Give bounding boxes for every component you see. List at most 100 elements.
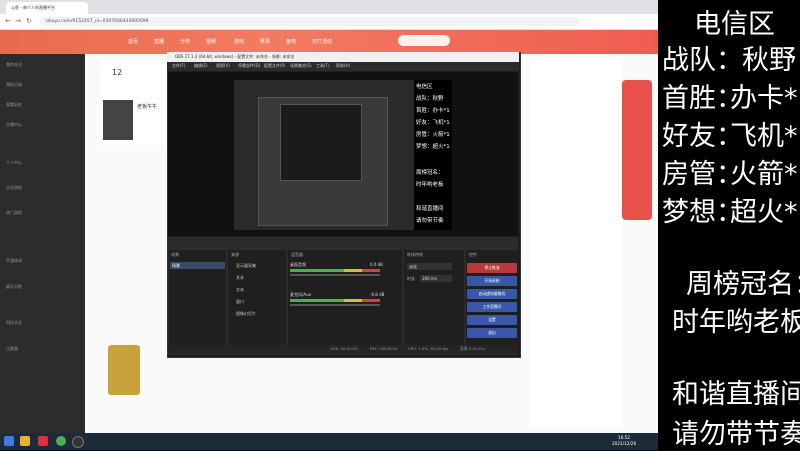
- mixer-channel-level: 0.0 dB: [370, 262, 383, 267]
- sidebar-item-positive[interactable]: 正能量: [6, 346, 18, 352]
- sources-title: 来源: [231, 252, 239, 257]
- obs-titlebar: OBS 27.1.3 (64-bit, windows) - 配置文件: 未命名…: [167, 52, 519, 62]
- nav-match[interactable]: 赛事: [260, 38, 270, 45]
- sidebar-item-tech[interactable]: 科技文化: [6, 320, 22, 326]
- obs-menu-profile[interactable]: 配置文件(P): [264, 63, 286, 69]
- audio-meter: [290, 269, 380, 272]
- preview-line: 和谐直播间: [416, 206, 444, 212]
- nav-live[interactable]: 直播: [154, 38, 164, 45]
- live-timer: LIVE: 00:00:00: [330, 346, 358, 351]
- app-icon[interactable]: [38, 436, 48, 446]
- start-record-button[interactable]: 开始录制: [467, 276, 517, 286]
- preview-line: 请勿带节奏: [416, 218, 444, 224]
- right-panel: [530, 58, 622, 428]
- source-item[interactable]: 窗口: [236, 299, 244, 305]
- mixer-channel-name: 麦克风/Aux: [290, 292, 311, 297]
- nav-event[interactable]: 双打活动: [312, 38, 332, 45]
- forward-button[interactable]: →: [14, 17, 22, 26]
- sidebar-item-history[interactable]: 观看历史: [6, 102, 22, 108]
- overlay-notice-line2: 请勿带节奏: [672, 419, 800, 450]
- site-sidebar: [0, 54, 85, 433]
- sidebar-item-subscribe[interactable]: 我的订阅: [6, 82, 22, 88]
- virtual-camera-button[interactable]: 启动虚拟摄像机: [467, 289, 517, 299]
- sidebar-item-hot[interactable]: 热门游戏: [6, 210, 22, 216]
- sidebar-item-personal[interactable]: 个人中心: [6, 160, 22, 166]
- cpu-stats: CPU: 1.0%, 30.00 fps: [408, 346, 449, 351]
- room-name[interactable]: 老板牛牛: [137, 103, 157, 110]
- obs-menu-docks[interactable]: 停靠部件(D): [238, 63, 260, 69]
- sidebar-item-follow[interactable]: 我的关注: [6, 62, 22, 68]
- source-item[interactable]: 图像幻灯片: [236, 311, 256, 317]
- start-icon[interactable]: [4, 436, 14, 446]
- preview-line: 房管：火箭*1: [416, 132, 450, 138]
- transition-select[interactable]: 淡化: [407, 263, 452, 270]
- browser-tabbar: [0, 0, 658, 14]
- taskbar: [0, 433, 658, 450]
- exit-button[interactable]: 退出: [467, 328, 517, 338]
- overlay-region: 电信区: [694, 9, 775, 40]
- studio-mode-button[interactable]: 工作室模式: [467, 302, 517, 312]
- dropped-frames: 丢帧 0 (0.0%): [460, 346, 486, 351]
- preview-line: 首胜：办卡*1: [416, 108, 450, 114]
- overlay-row-label: 战队：: [662, 45, 743, 76]
- audio-meter: [290, 299, 380, 302]
- preview-line: 电信区: [416, 84, 433, 90]
- room-number: 12: [112, 68, 123, 77]
- avatar[interactable]: [103, 100, 133, 140]
- rec-timer: REC: 00:00:00: [370, 346, 398, 351]
- promo-banner[interactable]: [622, 80, 652, 220]
- overlay-weekly-title: 周榜冠名：: [686, 269, 800, 300]
- explorer-icon[interactable]: [20, 436, 30, 446]
- sidebar-item-ent[interactable]: 娱乐天地: [6, 284, 22, 290]
- overlay-weekly-name: 时年哟老板: [672, 307, 800, 338]
- nav-video[interactable]: 视频: [206, 38, 216, 45]
- reload-button[interactable]: ↻: [25, 17, 33, 26]
- transitions-title: 转场特效: [407, 252, 423, 257]
- obs-menu-scenes[interactable]: 场景集合(S): [290, 63, 312, 69]
- nav-home[interactable]: 首页: [128, 38, 138, 45]
- chrome-icon[interactable]: [56, 436, 66, 446]
- preview-nested-window-inner: [280, 104, 362, 181]
- nav-yuba[interactable]: 鱼吧: [286, 38, 296, 45]
- sidebar-item-anchor[interactable]: 主播中心: [6, 122, 22, 128]
- overlay-row-value: 火箭*1: [730, 159, 800, 190]
- obs-menu-edit[interactable]: 编辑(E): [194, 63, 208, 69]
- scenes-title: 场景: [171, 252, 179, 257]
- overlay-row-value: 超火*1: [730, 197, 800, 228]
- preview-line: 战队：秋野: [416, 96, 444, 102]
- scene-item[interactable]: 场景: [170, 262, 225, 269]
- promo-box[interactable]: [108, 345, 140, 395]
- mixer-title: 混音器: [291, 252, 303, 257]
- obs-menu-view[interactable]: 视图(V): [216, 63, 230, 69]
- browser-tab[interactable]: 斗鱼 - 每个人的直播平台: [6, 2, 88, 14]
- preview-line: 好友：飞机*1: [416, 120, 450, 126]
- obs-icon[interactable]: [72, 436, 84, 448]
- sidebar-item-mobile[interactable]: 手游休闲: [6, 258, 22, 264]
- obs-menu-tools[interactable]: 工具(T): [316, 63, 330, 69]
- source-item[interactable]: 显示器采集: [236, 263, 256, 269]
- overlay-row-value: 飞机*1: [730, 121, 800, 152]
- volume-slider[interactable]: [290, 304, 380, 306]
- volume-slider[interactable]: [290, 274, 380, 276]
- url-field[interactable]: douyu.com/9152457_ni=0307606444805699: [40, 17, 580, 26]
- back-button[interactable]: ←: [4, 17, 12, 26]
- mixer-channel-name: 桌面音频: [290, 262, 306, 267]
- source-item[interactable]: 文本: [236, 275, 244, 281]
- mixer-channel-level: -6.8 dB: [370, 292, 385, 297]
- taskbar-clock: 16:52 2021/12/26: [612, 435, 636, 446]
- settings-button[interactable]: 设置: [467, 315, 517, 325]
- overlay-row-value: 办卡*1: [730, 83, 800, 114]
- preview-line: 梦想：超火*1: [416, 144, 450, 150]
- overlay-row-value: 秋野: [742, 45, 796, 76]
- nav-category[interactable]: 分类: [180, 38, 190, 45]
- nav-game[interactable]: 游戏: [234, 38, 244, 45]
- preview-line: 周榜冠名：: [416, 170, 444, 176]
- source-item[interactable]: 文本: [236, 287, 244, 293]
- obs-menu-file[interactable]: 文件(F): [172, 63, 185, 69]
- overlay-notice-line1: 和谐直播间: [672, 379, 800, 410]
- duration-input[interactable]: 300 ms: [420, 275, 452, 282]
- obs-menu-help[interactable]: 帮助(H): [336, 63, 350, 69]
- sidebar-item-console[interactable]: 主机游戏: [6, 185, 22, 191]
- site-search-input[interactable]: [398, 35, 450, 46]
- stop-stream-button[interactable]: 停止推流: [467, 263, 517, 273]
